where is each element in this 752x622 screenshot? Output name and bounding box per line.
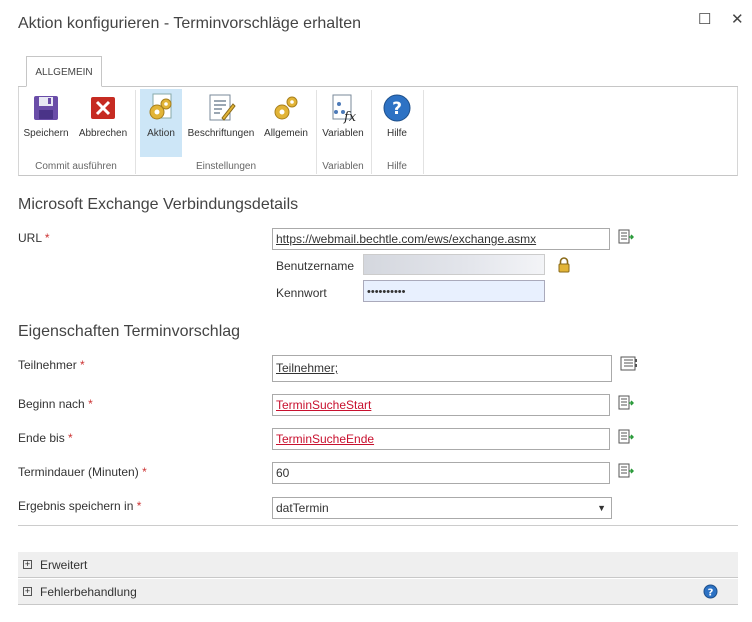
- cancel-label: Abbrechen: [78, 128, 128, 139]
- divider: [18, 525, 738, 526]
- function-fx-icon: fx: [327, 92, 359, 125]
- url-input[interactable]: https://webmail.bechtle.com/ews/exchange…: [272, 228, 610, 250]
- general-button[interactable]: Allgemein: [260, 92, 312, 152]
- document-pen-icon: [205, 92, 237, 124]
- svg-text:?: ?: [708, 588, 714, 599]
- gears-icon: [270, 92, 302, 124]
- group-separator: [135, 90, 136, 174]
- group-help-label: Hilfe: [386, 161, 407, 172]
- close-icon[interactable]: ✕: [731, 10, 744, 28]
- help-question-icon[interactable]: ?: [703, 584, 718, 602]
- action-label: Aktion: [147, 128, 175, 139]
- general-label: Allgemein: [264, 128, 308, 139]
- group-commit-label: Commit ausführen: [35, 161, 117, 172]
- reference-picker-icon[interactable]: [618, 395, 635, 411]
- group-variables-label: Variablen: [322, 161, 364, 172]
- group-separator: [423, 90, 424, 174]
- action-button[interactable]: Aktion: [140, 89, 182, 157]
- cancel-button[interactable]: Abbrechen: [76, 92, 130, 152]
- save-label: Speichern: [23, 128, 69, 139]
- cancel-x-icon: [87, 92, 119, 124]
- start-input[interactable]: TerminSucheStart: [272, 394, 610, 416]
- svg-text:fx: fx: [343, 110, 357, 124]
- maximize-icon[interactable]: ☐: [698, 10, 711, 28]
- url-label: URL *: [18, 231, 50, 245]
- attendees-input[interactable]: Teilnehmer;: [272, 355, 612, 382]
- result-label: Ergebnis speichern in *: [18, 499, 142, 513]
- reference-picker-icon[interactable]: [618, 463, 635, 479]
- end-label: Ende bis *: [18, 431, 73, 445]
- attendees-label: Teilnehmer *: [18, 358, 85, 372]
- variables-button[interactable]: fx Variablen: [319, 92, 367, 152]
- duration-label: Termindauer (Minuten) *: [18, 465, 147, 479]
- lock-icon: [557, 257, 571, 276]
- advanced-section-toggle[interactable]: + Erweitert: [18, 552, 738, 578]
- properties-section-title: Eigenschaften Terminvorschlag: [18, 323, 241, 340]
- group-separator: [371, 90, 372, 174]
- group-separator: [316, 90, 317, 174]
- exchange-section-title: Microsoft Exchange Verbindungsdetails: [18, 196, 299, 213]
- expand-plus-icon: +: [23, 586, 32, 596]
- group-settings-label: Einstellungen: [195, 161, 257, 172]
- reference-picker-icon[interactable]: [618, 429, 635, 445]
- error-handling-section-label: Fehlerbehandlung: [40, 585, 137, 599]
- labels-label: Beschriftungen: [187, 128, 255, 139]
- dropdown-arrow-icon: ▼: [597, 503, 606, 513]
- result-select[interactable]: datTermin ▼: [272, 497, 612, 519]
- username-label: Benutzername: [276, 259, 355, 273]
- address-book-icon[interactable]: [620, 356, 637, 372]
- expand-plus-icon: +: [23, 559, 32, 569]
- svg-text:?: ?: [392, 99, 402, 119]
- duration-input[interactable]: 60: [272, 462, 610, 484]
- start-label: Beginn nach *: [18, 397, 93, 411]
- floppy-disk-icon: [30, 92, 62, 124]
- password-label: Kennwort: [276, 286, 327, 300]
- labels-button[interactable]: Beschriftungen: [185, 92, 257, 152]
- password-input[interactable]: ••••••••••: [363, 280, 545, 302]
- username-input[interactable]: [363, 254, 545, 275]
- tab-allgemein[interactable]: ALLGEMEIN: [26, 56, 102, 87]
- error-handling-section-toggle[interactable]: + Fehlerbehandlung ?: [18, 579, 738, 605]
- save-button[interactable]: Speichern: [22, 92, 70, 152]
- help-question-icon: ?: [381, 92, 413, 124]
- help-button[interactable]: ? Hilfe: [376, 92, 418, 152]
- reference-picker-icon[interactable]: [618, 229, 635, 245]
- dialog-title: Aktion konfigurieren - Terminvorschläge …: [18, 15, 361, 32]
- advanced-section-label: Erweitert: [40, 558, 88, 572]
- gear-doc-icon: [145, 92, 177, 124]
- variables-label: Variablen: [322, 128, 364, 139]
- help-label: Hilfe: [386, 128, 407, 139]
- end-input[interactable]: TerminSucheEnde: [272, 428, 610, 450]
